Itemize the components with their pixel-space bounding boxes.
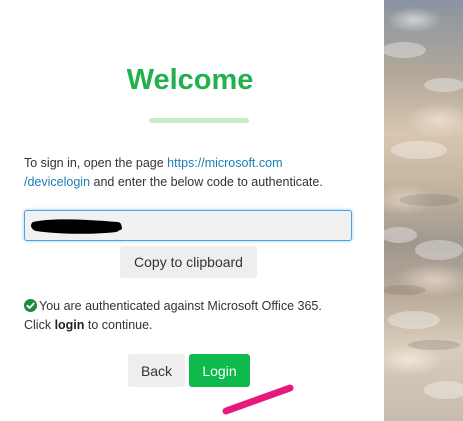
devicelogin-link-line2[interactable]: /devicelogin <box>24 175 90 189</box>
auth-instruction-suffix: to continue. <box>84 318 153 332</box>
auth-instruction-prefix: Click <box>24 318 55 332</box>
auth-instruction-bold: login <box>54 318 85 332</box>
device-login-page: Welcome To sign in, open the page https:… <box>0 0 463 421</box>
login-panel: Welcome To sign in, open the page https:… <box>0 0 384 421</box>
copy-to-clipboard-button[interactable]: Copy to clipboard <box>120 246 257 278</box>
instructions-suffix: and enter the below code to authenticate… <box>90 175 323 189</box>
instructions-prefix: To sign in, open the page <box>24 156 168 170</box>
device-code-field[interactable] <box>24 210 352 241</box>
page-title: Welcome <box>126 64 254 96</box>
title-divider <box>149 118 249 123</box>
devicelogin-link-line1[interactable]: https://microsoft.com <box>167 156 282 170</box>
back-button[interactable]: Back <box>128 354 185 387</box>
instructions-text: To sign in, open the page https://micros… <box>24 154 364 192</box>
auth-status-text: You are authenticated against Microsoft … <box>39 299 322 313</box>
cloud-background-image <box>384 0 463 421</box>
login-button[interactable]: Login <box>189 354 250 387</box>
check-circle-icon <box>24 299 37 312</box>
auth-status-message: You are authenticated against Microsoft … <box>24 297 364 335</box>
